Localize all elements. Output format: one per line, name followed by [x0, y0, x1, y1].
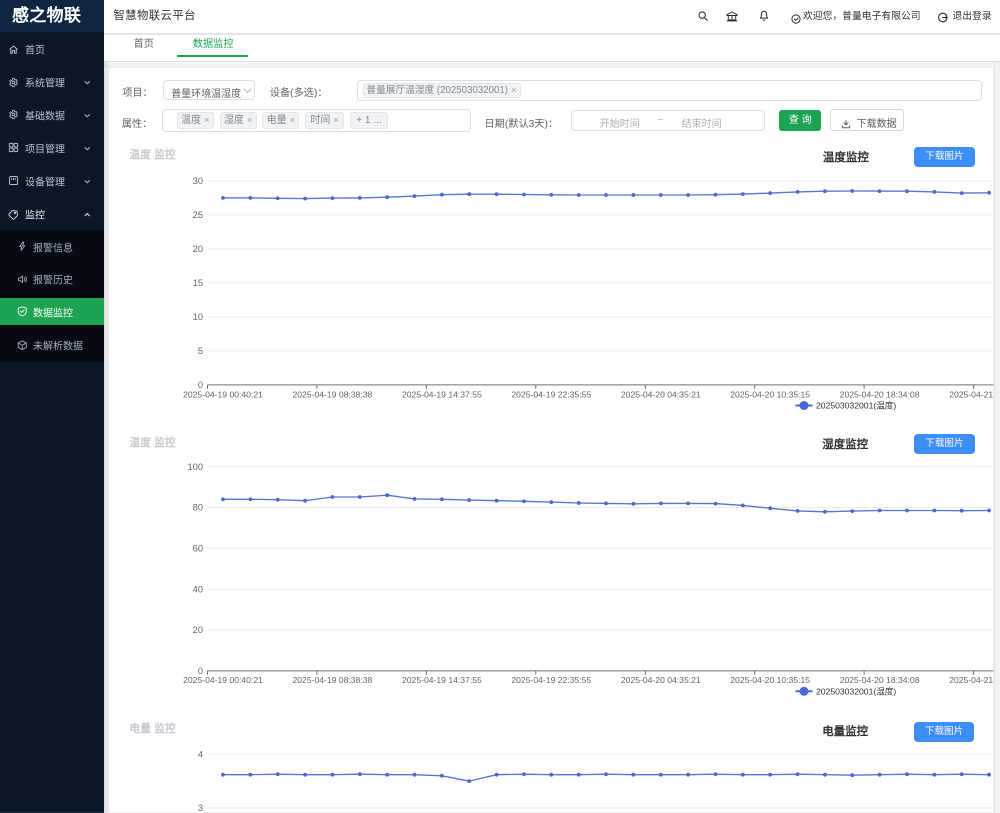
svg-text:3: 3: [198, 803, 203, 813]
svg-text:2025-04-20 18:34:08: 2025-04-20 18:34:08: [840, 675, 920, 685]
svg-text:15: 15: [193, 278, 203, 288]
svg-text:2025-04-20 18:34:08: 2025-04-20 18:34:08: [840, 389, 920, 399]
svg-text:2025-04-20 04:35:21: 2025-04-20 04:35:21: [621, 389, 701, 399]
svg-text:5: 5: [198, 346, 203, 356]
svg-text:80: 80: [193, 503, 203, 513]
svg-text:2025-04-19 22:35:55: 2025-04-19 22:35:55: [511, 389, 591, 399]
svg-text:2025-04-19 22:35:55: 2025-04-19 22:35:55: [511, 675, 591, 685]
svg-text:2025-04-21 02:33:35: 2025-04-21 02:33:35: [949, 675, 994, 685]
svg-text:2025-04-21 02:33:35: 2025-04-21 02:33:35: [949, 389, 994, 399]
svg-text:2025-04-20 10:35:15: 2025-04-20 10:35:15: [730, 389, 810, 399]
svg-text:2025-04-19 00:40:21: 2025-04-19 00:40:21: [183, 389, 263, 399]
svg-text:2025-04-20 10:35:15: 2025-04-20 10:35:15: [730, 675, 810, 685]
svg-text:60: 60: [193, 544, 203, 554]
svg-text:4: 4: [198, 750, 203, 760]
svg-text:2025-04-20 04:35:21: 2025-04-20 04:35:21: [621, 675, 701, 685]
svg-text:20: 20: [193, 244, 203, 254]
svg-text:202503032001(湿度): 202503032001(湿度): [816, 685, 896, 696]
svg-text:10: 10: [193, 312, 203, 322]
svg-text:202503032001(温度): 202503032001(温度): [816, 400, 896, 411]
svg-text:2025-04-19 14:37:55: 2025-04-19 14:37:55: [402, 675, 482, 685]
svg-text:40: 40: [193, 584, 203, 594]
svg-text:2025-04-19 08:38:38: 2025-04-19 08:38:38: [292, 675, 372, 685]
svg-text:2025-04-19 08:38:38: 2025-04-19 08:38:38: [292, 389, 372, 399]
svg-text:100: 100: [187, 462, 203, 472]
svg-text:2025-04-19 14:37:55: 2025-04-19 14:37:55: [402, 389, 482, 399]
svg-text:20: 20: [193, 625, 203, 635]
svg-text:25: 25: [193, 210, 203, 220]
svg-text:30: 30: [193, 176, 203, 186]
svg-text:2025-04-19 00:40:21: 2025-04-19 00:40:21: [183, 675, 263, 685]
